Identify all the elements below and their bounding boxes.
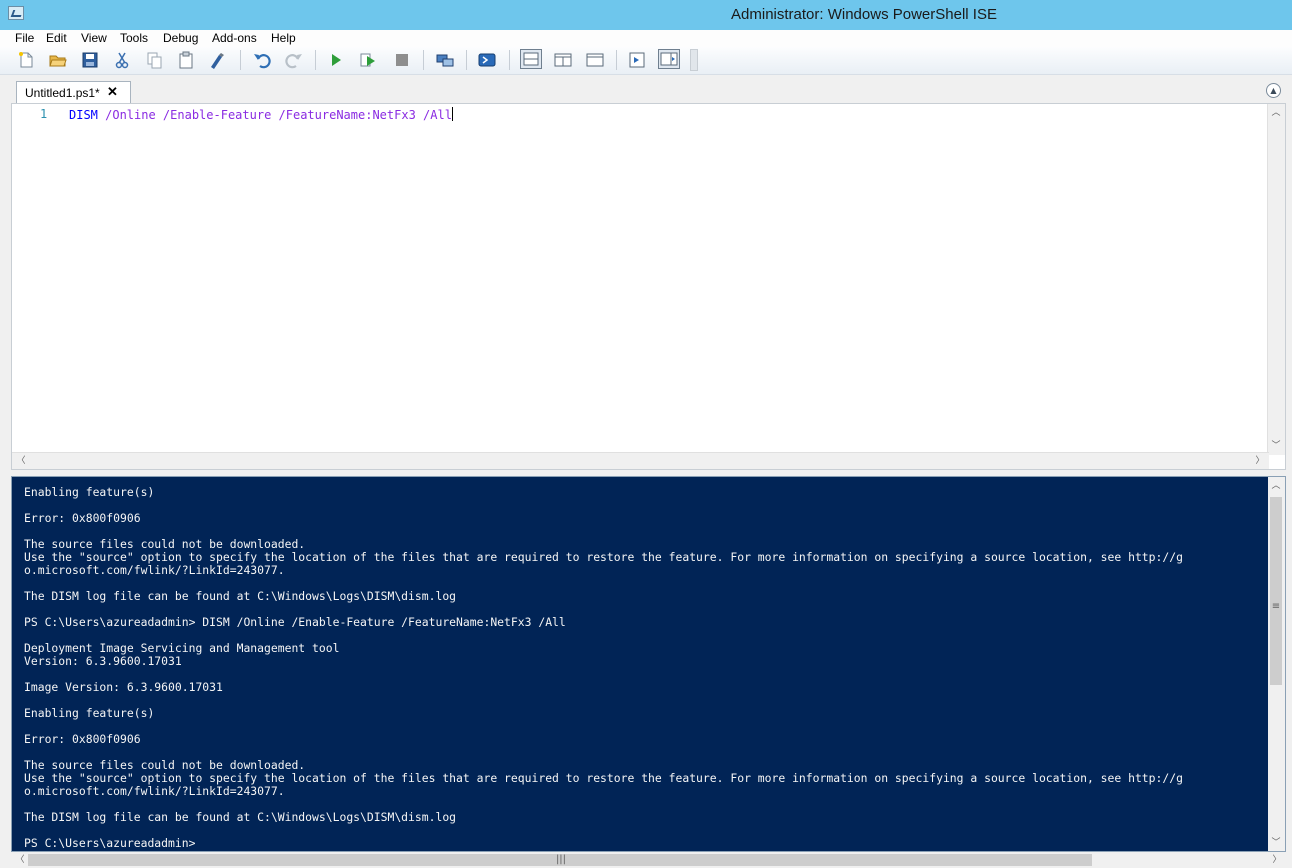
scroll-up-icon[interactable]: ︿ — [1268, 478, 1284, 494]
show-addon-icon[interactable] — [658, 49, 680, 69]
title-bar: Administrator: Windows PowerShell ISE — [0, 0, 1292, 30]
run-script-icon[interactable] — [327, 51, 345, 69]
console-horizontal-scrollbar[interactable]: 〈 ||| 〉 — [11, 852, 1286, 868]
menu-bar: File Edit View Tools Debug Add-ons Help — [0, 30, 1292, 47]
redo-icon[interactable] — [285, 51, 303, 69]
toolbar — [0, 47, 1292, 75]
editor-vertical-scrollbar[interactable]: ︿ ﹀ — [1267, 104, 1285, 455]
line-number: 1 — [40, 107, 48, 121]
start-powershell-icon[interactable] — [478, 51, 496, 69]
scrollbar-thumb[interactable] — [1270, 497, 1282, 685]
scroll-right-icon[interactable]: 〉 — [1269, 852, 1285, 868]
console-line: Enabling feature(s) — [24, 485, 155, 499]
show-script-max-icon[interactable] — [586, 51, 604, 69]
console-line: Image Version: 6.3.9600.17031 — [24, 680, 223, 694]
tab-untitled1[interactable]: Untitled1.ps1* ✕ — [16, 81, 131, 103]
console-line: Deployment Image Servicing and Managemen… — [24, 641, 340, 655]
show-commands-icon[interactable] — [628, 51, 646, 69]
window-title: Administrator: Windows PowerShell ISE — [731, 6, 997, 23]
console-line: The DISM log file can be found at C:\Win… — [24, 589, 457, 603]
console-line: Enabling feature(s) — [24, 706, 155, 720]
console-output[interactable]: Enabling feature(s) Error: 0x800f0906 Th… — [24, 486, 1262, 850]
console-vertical-scrollbar[interactable]: ︿ ≡ ﹀ — [1268, 477, 1285, 851]
menu-view[interactable]: View — [81, 31, 107, 45]
code-arguments: /Online /Enable-Feature /FeatureName:Net… — [97, 108, 452, 122]
menu-help[interactable]: Help — [271, 31, 296, 45]
toolbar-separator — [466, 50, 467, 70]
cut-icon[interactable] — [113, 51, 131, 69]
console-line: Version: 6.3.9600.17031 — [24, 654, 182, 668]
menu-tools[interactable]: Tools — [120, 31, 148, 45]
editor-horizontal-scrollbar[interactable]: 〈 〉 — [12, 452, 1269, 469]
code-command: DISM — [69, 108, 98, 122]
console-pane[interactable]: Enabling feature(s) Error: 0x800f0906 Th… — [11, 476, 1286, 852]
code-line[interactable]: DISM /Online /Enable-Feature /FeatureNam… — [69, 107, 453, 122]
toolbar-separator — [616, 50, 617, 70]
show-script-top-icon[interactable] — [520, 49, 542, 69]
run-selection-icon[interactable] — [359, 51, 377, 69]
save-icon[interactable] — [81, 51, 99, 69]
scroll-grip-icon: ||| — [555, 854, 567, 865]
close-icon[interactable]: ✕ — [107, 84, 118, 100]
clear-console-icon[interactable] — [208, 51, 226, 69]
menu-debug[interactable]: Debug — [163, 31, 198, 45]
toolbar-separator — [423, 50, 424, 70]
text-caret — [451, 107, 453, 121]
script-editor[interactable]: 1 DISM /Online /Enable-Feature /FeatureN… — [11, 103, 1286, 470]
toolbar-separator — [240, 50, 241, 70]
show-script-right-icon[interactable] — [554, 51, 572, 69]
scroll-down-icon[interactable]: ﹀ — [1268, 438, 1284, 454]
new-file-icon[interactable] — [17, 51, 35, 69]
new-remote-tab-icon[interactable] — [436, 51, 454, 69]
toolbar-separator — [315, 50, 316, 70]
console-line: o.microsoft.com/fwlink/?LinkId=243077. — [24, 784, 285, 798]
menu-add-ons[interactable]: Add-ons — [212, 31, 257, 45]
menu-file[interactable]: File — [15, 31, 34, 45]
toolbar-grip[interactable] — [690, 49, 698, 71]
toolbar-separator — [509, 50, 510, 70]
menu-edit[interactable]: Edit — [46, 31, 67, 45]
undo-icon[interactable] — [253, 51, 271, 69]
script-tab-strip: Untitled1.ps1* ✕ ▲ — [0, 75, 1292, 103]
paste-icon[interactable] — [177, 51, 195, 69]
scroll-grip-icon: ≡ — [1271, 601, 1281, 612]
console-line: PS C:\Users\azureadadmin> DISM /Online /… — [24, 615, 566, 629]
stop-icon[interactable] — [393, 51, 411, 69]
console-line: o.microsoft.com/fwlink/?LinkId=243077. — [24, 563, 285, 577]
tab-label: Untitled1.ps1* — [25, 86, 100, 100]
console-line: The DISM log file can be found at C:\Win… — [24, 810, 457, 824]
scroll-right-icon[interactable]: 〉 — [1252, 453, 1268, 469]
console-line: Error: 0x800f0906 — [24, 732, 141, 746]
console-line: PS C:\Users\azureadadmin> — [24, 836, 196, 850]
scroll-left-icon[interactable]: 〈 — [13, 453, 29, 469]
scroll-up-icon[interactable]: ︿ — [1268, 105, 1284, 121]
collapse-script-pane-icon[interactable]: ▲ — [1266, 83, 1281, 98]
console-line: Error: 0x800f0906 — [24, 511, 141, 525]
scroll-left-icon[interactable]: 〈 — [12, 852, 28, 868]
copy-icon[interactable] — [145, 51, 163, 69]
open-folder-icon[interactable] — [49, 51, 67, 69]
scroll-down-icon[interactable]: ﹀ — [1268, 835, 1284, 851]
